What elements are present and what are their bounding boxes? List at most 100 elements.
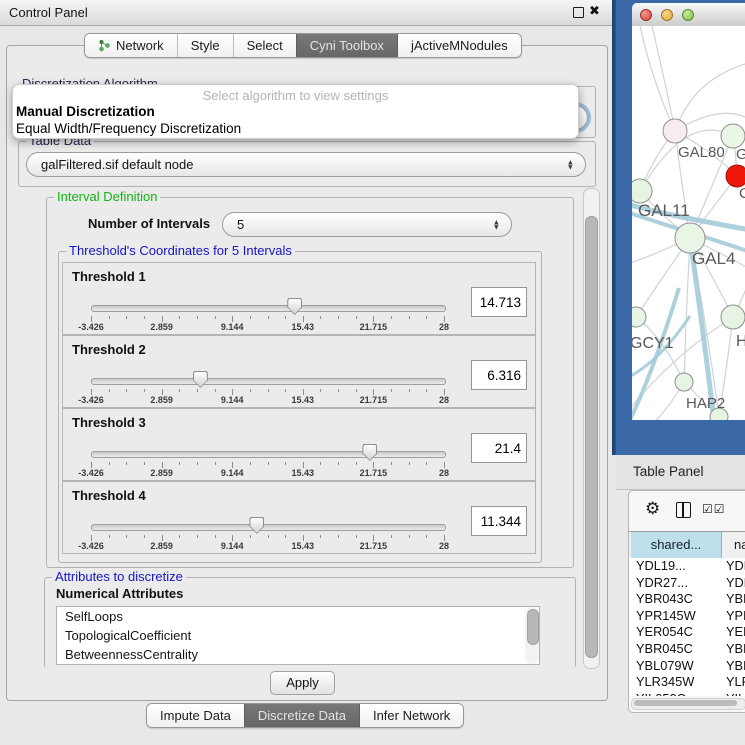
attribute-item-topologicalcoefficient[interactable]: TopologicalCoefficient	[57, 626, 539, 645]
network-node[interactable]	[675, 373, 693, 391]
slider-track[interactable]	[91, 305, 446, 312]
float-window-icon[interactable]	[573, 7, 584, 18]
zoom-traffic-light[interactable]	[682, 9, 694, 21]
tab-impute-data[interactable]: Impute Data	[147, 704, 244, 727]
node-label-gcy1: GCY1	[632, 335, 674, 352]
table-row[interactable]: YLR345WYLR3	[629, 674, 745, 691]
table-row[interactable]: YBR043CYBR0	[629, 591, 745, 608]
popup-item-equal-width-frequency[interactable]: Equal Width/Frequency Discretization	[16, 121, 241, 136]
tab-select[interactable]: Select	[233, 34, 296, 57]
panel-scrollbar-track[interactable]	[583, 188, 600, 669]
combo-arrows-icon: ▲▼	[567, 159, 574, 170]
slider-tick	[197, 316, 198, 319]
slider-tick	[320, 462, 321, 465]
slider-tick	[391, 389, 392, 392]
slider-thumb[interactable]	[249, 517, 264, 534]
slider-tick	[285, 389, 286, 392]
network-node[interactable]	[726, 165, 745, 187]
slider-tick-label: 2.859	[150, 541, 173, 551]
column-header-name[interactable]: name	[722, 532, 745, 558]
window-title: Control Panel	[9, 5, 88, 20]
cell-name: YER0	[726, 624, 745, 641]
slider-tick	[126, 316, 127, 319]
cell-shared-name: YBR045C	[636, 641, 693, 658]
tab-network[interactable]: Network	[85, 34, 177, 57]
slider-tick	[109, 316, 110, 319]
slider-thumb[interactable]	[193, 371, 208, 388]
column-header-shared-name[interactable]: shared...	[631, 532, 722, 558]
threshold-value-field[interactable]	[471, 433, 527, 463]
cell-shared-name: YDL19...	[636, 558, 686, 575]
slider-tick	[320, 316, 321, 319]
minimize-traffic-light[interactable]	[661, 9, 673, 21]
threshold-value-field[interactable]	[471, 287, 527, 317]
combo-arrows-icon: ▲▼	[493, 219, 500, 230]
attribute-item-betweennesscentrality[interactable]: BetweennessCentrality	[57, 645, 539, 664]
table-row[interactable]: YBL079WYBL0	[629, 658, 745, 675]
network-node[interactable]	[632, 179, 652, 203]
slider-tick	[338, 462, 339, 465]
threshold-value-field[interactable]	[471, 360, 527, 390]
popup-item-manual-discretization[interactable]: Manual Discretization	[16, 104, 155, 119]
threshold-value-field[interactable]	[471, 506, 527, 536]
close-icon[interactable]: ✖	[589, 3, 600, 19]
threshold-2-panel: Threshold 2-3.4262.8599.14415.4321.71528	[62, 335, 536, 408]
network-edge	[675, 64, 745, 131]
tab-jactivemnodules[interactable]: jActiveMNodules	[397, 34, 521, 57]
attribute-item-selfloops[interactable]: SelfLoops	[57, 607, 539, 626]
slider-tick	[144, 462, 145, 465]
slider-tick	[215, 389, 216, 392]
attributes-scrollbar-thumb[interactable]	[527, 609, 539, 645]
slider-tick	[109, 535, 110, 538]
cell-shared-name: YER054C	[636, 624, 693, 641]
table-data-combobox[interactable]: galFiltered.sif default node ▲▼	[26, 152, 586, 177]
apply-button[interactable]: Apply	[270, 671, 335, 695]
slider-tick	[426, 316, 427, 319]
column-checkboxes-icon[interactable]: ☑☑	[702, 502, 726, 516]
tab-discretize-data[interactable]: Discretize Data	[244, 704, 359, 727]
slider-tick-label: 28	[439, 395, 449, 405]
table-row[interactable]: YPR145WYPR1	[629, 608, 745, 625]
cell-name: YPR1	[726, 608, 745, 625]
number-of-intervals-combobox[interactable]: 5 ▲▼	[222, 212, 512, 237]
slider-tick	[215, 316, 216, 319]
slider-thumb[interactable]	[362, 444, 377, 461]
network-icon	[98, 39, 111, 52]
tab-infer-network[interactable]: Infer Network	[359, 704, 463, 727]
slider-track[interactable]	[91, 451, 446, 458]
slider-tick	[126, 535, 127, 538]
table-hscrollbar-track[interactable]	[631, 698, 745, 710]
slider-track[interactable]	[91, 524, 446, 531]
tab-style[interactable]: Style	[177, 34, 233, 57]
attributes-scrollbar-track[interactable]	[525, 607, 539, 664]
table-row[interactable]: YER054C YER0	[629, 624, 745, 641]
table-row[interactable]: YDL19...YDL1	[629, 558, 745, 575]
table-row[interactable]: YBR045CYBR0	[629, 641, 745, 658]
control-panel-tabs: NetworkStyleSelectCyni ToolboxjActiveMNo…	[84, 33, 522, 58]
slider-tick-label: 15.43	[292, 468, 315, 478]
network-edge	[652, 26, 675, 131]
tab-cyni-toolbox[interactable]: Cyni Toolbox	[296, 34, 397, 57]
cell-shared-name: YBL079W	[636, 658, 694, 675]
slider-thumb[interactable]	[287, 298, 302, 315]
cell-name: YLR3	[726, 674, 745, 691]
network-window-titlebar[interactable]	[632, 3, 745, 27]
network-node[interactable]	[663, 119, 687, 143]
slider-track[interactable]	[91, 378, 446, 385]
slider-tick	[179, 389, 180, 392]
table-row[interactable]: YIL052CYIL0	[629, 691, 745, 696]
close-traffic-light[interactable]	[640, 9, 652, 21]
table-row[interactable]: YDR27...YDR2	[629, 575, 745, 592]
split-table-icon[interactable]	[676, 502, 691, 518]
slider-tick-label: 28	[439, 468, 449, 478]
table-hscrollbar-thumb[interactable]	[634, 700, 737, 706]
slider-tick	[250, 316, 251, 319]
cell-shared-name: YIL052C	[636, 691, 686, 696]
network-node[interactable]	[721, 305, 745, 329]
gear-icon[interactable]: ⚙	[645, 499, 660, 519]
network-canvas[interactable]: GAL80GAL11GAL4GCY1HAP2GCH	[632, 26, 745, 420]
slider-tick-label: 15.43	[292, 541, 315, 551]
panel-scrollbar-thumb[interactable]	[585, 216, 598, 658]
slider-tick	[126, 389, 127, 392]
threshold-3-panel: Threshold 3-3.4262.8599.14415.4321.71528	[62, 408, 536, 481]
